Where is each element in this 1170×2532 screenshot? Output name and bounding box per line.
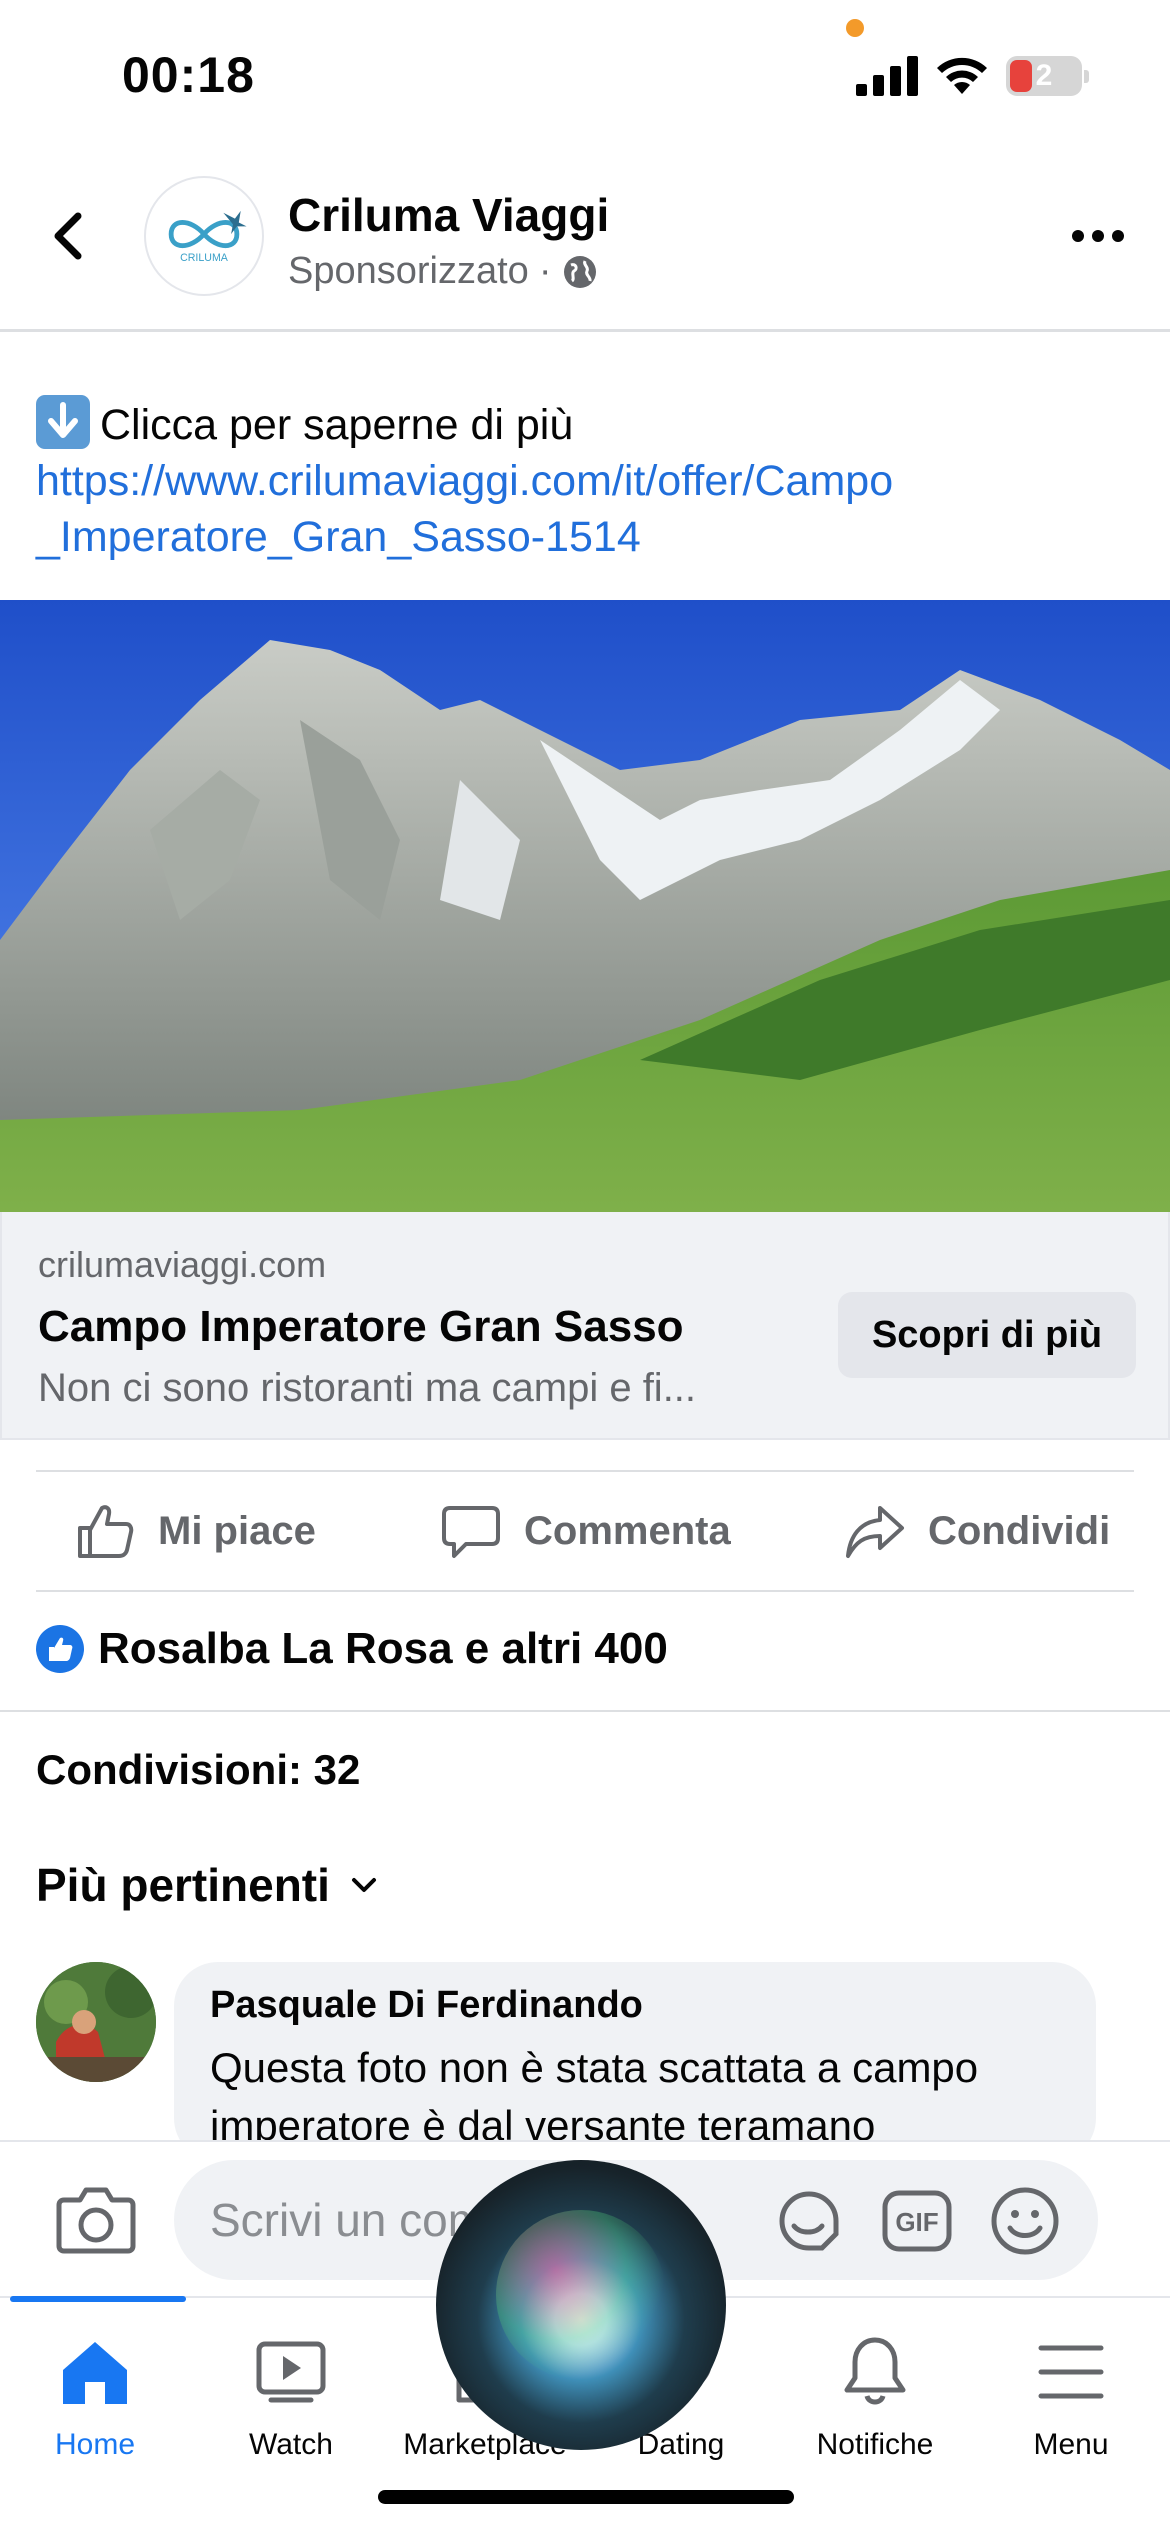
tab-home[interactable]: Home xyxy=(0,2332,190,2482)
post-text-line: Clicca per saperne di più xyxy=(100,401,574,449)
sponsored-label: Sponsorizzato · xyxy=(288,250,599,293)
status-time: 00:18 xyxy=(122,47,255,103)
link-preview-card[interactable]: crilumaviaggi.com Campo Imperatore Gran … xyxy=(0,1212,1170,1440)
home-indicator[interactable] xyxy=(378,2490,794,2504)
sponsored-separator: · xyxy=(538,250,552,292)
tab-notifications[interactable]: Notifiche xyxy=(780,2332,970,2482)
tab-watch-label: Watch xyxy=(249,2428,333,2461)
globe-icon xyxy=(564,255,597,288)
comment-text: Questa foto non è stata scattata a campo… xyxy=(210,2044,979,2149)
share-label: Condividi xyxy=(928,1508,1111,1553)
comment-button[interactable]: Commenta xyxy=(440,1472,731,1590)
reactions-text: Rosalba La Rosa e altri 400 xyxy=(98,1624,668,1673)
cellular-signal-icon xyxy=(856,56,918,96)
sticker-icon[interactable] xyxy=(772,2184,846,2258)
post-actions-bar: Mi piace Commenta Condividi xyxy=(36,1470,1134,1592)
svg-text:GIF: GIF xyxy=(895,2207,938,2237)
bell-icon xyxy=(844,2337,906,2405)
link-title: Campo Imperatore Gran Sasso xyxy=(38,1302,684,1351)
tab-home-label: Home xyxy=(54,2428,136,2461)
active-tab-indicator xyxy=(10,2296,186,2302)
tab-dating-label: Dating xyxy=(637,2428,725,2461)
like-button[interactable]: Mi piace xyxy=(74,1472,316,1590)
post-header: CRILUMA Criluma Viaggi Sponsorizzato · xyxy=(0,160,1170,332)
post-text: Clicca per saperne di più https://www.cr… xyxy=(36,395,1136,565)
comment-sort-dropdown[interactable]: Più pertinenti xyxy=(36,1858,382,1912)
comment-bubble-icon xyxy=(442,1506,500,1558)
commenter-avatar[interactable] xyxy=(36,1962,156,2082)
shares-count[interactable]: Condivisioni: 32 xyxy=(36,1746,360,1794)
more-options-icon[interactable] xyxy=(1070,224,1126,248)
tab-notifications-label: Notifiche xyxy=(816,2428,934,2461)
down-arrow-emoji-icon xyxy=(36,395,90,449)
comment-bubble[interactable]: Pasquale Di Ferdinando Questa foto non è… xyxy=(174,1962,1096,2162)
emoji-icon[interactable] xyxy=(988,2184,1062,2258)
camera-icon[interactable] xyxy=(56,2182,136,2256)
watch-video-icon xyxy=(256,2341,326,2403)
like-reaction-icon xyxy=(36,1625,84,1673)
sort-label: Più pertinenti xyxy=(36,1859,330,1911)
sponsored-text: Sponsorizzato xyxy=(288,250,529,292)
thumbs-up-icon xyxy=(78,1505,134,1558)
share-button[interactable]: Condividi xyxy=(844,1472,1110,1590)
comment-author[interactable]: Pasquale Di Ferdinando xyxy=(210,1984,1060,2027)
chevron-down-icon xyxy=(351,1878,376,1892)
battery-icon: 2 xyxy=(1006,56,1090,96)
page-name[interactable]: Criluma Viaggi xyxy=(288,188,609,242)
learn-more-button[interactable]: Scopri di più xyxy=(838,1292,1136,1378)
post-link[interactable]: https://www.crilumaviaggi.com/it/offer/C… xyxy=(36,453,916,565)
siri-orb[interactable] xyxy=(436,2160,726,2450)
tab-menu-label: Menu xyxy=(1033,2428,1109,2461)
wifi-icon xyxy=(937,57,987,94)
page-logo-text: CRILUMA xyxy=(180,252,229,264)
comment-label: Commenta xyxy=(524,1508,731,1553)
post-image[interactable] xyxy=(0,600,1170,1212)
back-chevron-icon[interactable] xyxy=(40,206,100,266)
tab-menu[interactable]: Menu xyxy=(976,2332,1166,2482)
home-icon xyxy=(63,2342,127,2404)
privacy-indicator-dot xyxy=(846,19,864,37)
like-label: Mi piace xyxy=(158,1508,316,1553)
gif-icon[interactable]: GIF xyxy=(880,2184,954,2258)
link-description: Non ci sono ristoranti ma campi e fi... xyxy=(38,1366,697,1410)
battery-level: 2 xyxy=(1035,59,1053,92)
siri-glow xyxy=(496,2210,666,2380)
divider xyxy=(0,1710,1170,1712)
link-domain: crilumaviaggi.com xyxy=(38,1244,327,1285)
hamburger-menu-icon xyxy=(1038,2345,1104,2399)
status-bar: 00:18 2 xyxy=(0,0,1170,150)
page-avatar[interactable]: CRILUMA xyxy=(144,176,264,296)
tab-watch[interactable]: Watch xyxy=(196,2332,386,2482)
reactions-summary[interactable]: Rosalba La Rosa e altri 400 xyxy=(36,1624,668,1674)
share-arrow-icon xyxy=(846,1506,904,1558)
